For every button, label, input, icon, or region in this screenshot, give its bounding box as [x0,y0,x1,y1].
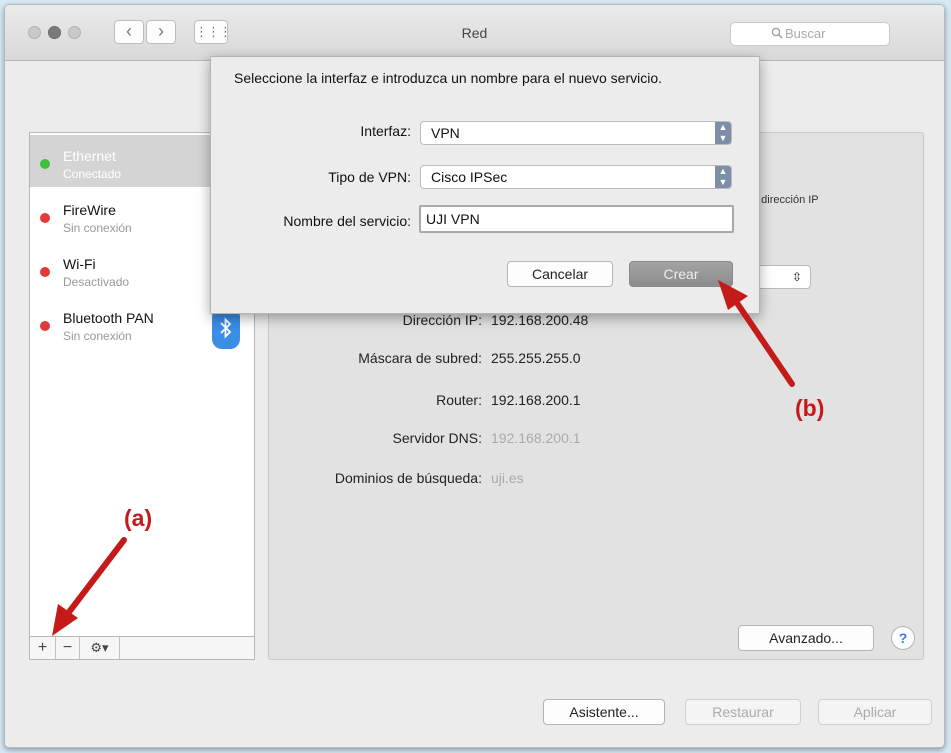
annotation-arrow-b [718,280,795,387]
annotation-arrow-a [52,537,127,636]
annotation-arrows [52,280,795,636]
